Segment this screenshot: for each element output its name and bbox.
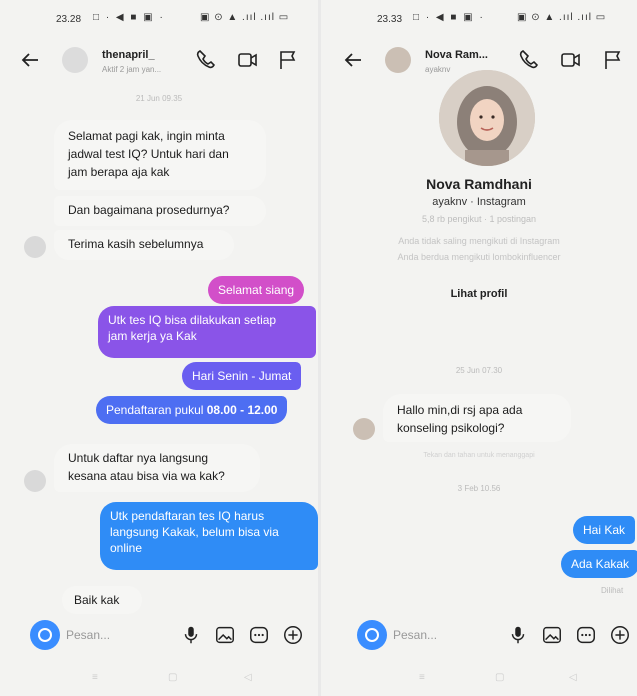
video-call-icon[interactable] [559,48,583,72]
mutual-follow-info: Anda berdua mengikuti lombokinfluencer [397,252,561,262]
status-signal-icons: ▣ ⊙ ▲ .ııl .ııl ▭ [200,12,290,23]
home-nav-icon[interactable]: ▢ [168,672,177,683]
camera-icon[interactable] [357,620,387,650]
back-nav-icon[interactable]: ◁ [569,672,577,683]
sent-message-line: Utk tes IQ bisa dilakukan setiap [108,313,277,327]
left-chat-screen: 23.28 □ · ◀ ■ ▣ · ▣ ⊙ ▲ .ııl .ııl ▭ then… [0,0,318,696]
sender-avatar [24,236,46,258]
phone-icon[interactable] [194,48,218,72]
microphone-icon[interactable] [180,624,202,646]
received-message-line: Selamat pagi kak, ingin minta [68,129,225,143]
back-arrow-icon[interactable] [18,48,42,72]
received-message-line: kesana atau bisa via wa kak? [68,469,225,483]
received-message-line: Untuk daftar nya langsung [68,451,209,465]
avatar[interactable] [385,47,411,73]
profile-handle: ayaknv · Instagram [432,196,526,208]
avatar[interactable] [62,47,88,73]
view-profile-button[interactable]: Lihat profil [321,288,637,300]
sent-message: Utk tes IQ bisa dilakukan setiap jam ker… [98,306,316,358]
sent-message: Selamat siang [208,276,305,304]
status-time: 23.28 [56,14,82,25]
gallery-icon[interactable] [541,624,563,646]
phone-icon[interactable] [517,48,541,72]
sticker-icon[interactable] [248,624,270,646]
sent-message-line: langsung Kakak, belum bisa via [110,525,279,539]
menu-nav-icon[interactable]: ≡ [92,672,98,683]
seen-indicator: Dilihat [601,586,624,595]
microphone-icon[interactable] [507,624,529,646]
sent-message-text: Pendaftaran pukul [106,403,207,417]
plus-icon[interactable] [282,624,304,646]
sent-message-line: jam kerja ya Kak [108,329,197,343]
message-input[interactable]: Pesan... [66,628,110,642]
sent-message: Hai Kak [573,516,636,544]
status-signal-icons: ▣ ⊙ ▲ .ııl .ııl ▭ [517,12,607,23]
status-bar: 23.33 □ · ◀ ■ ▣ · ▣ ⊙ ▲ .ııl .ııl ▭ [321,8,637,30]
sent-message: Pendaftaran pukul 08.00 - 12.00 [96,396,288,424]
received-message-text: Dan bagaimana prosedurnya? [68,203,230,217]
sent-message-line: Utk pendaftaran tes IQ harus [110,509,265,523]
hint-text: Tekan dan tahan untuk menanggapi [423,452,535,459]
sent-message-line: online [110,541,143,555]
contact-username: ayaknv [425,65,451,74]
active-status: Aktif 2 jam yan... [102,65,162,74]
received-message-line: konseling psikologi? [397,421,505,435]
received-message-text: Baik kak [74,593,120,607]
home-nav-icon[interactable]: ▢ [495,672,504,683]
received-message-line: jadwal test IQ? Untuk hari dan [68,147,229,161]
back-arrow-icon[interactable] [341,48,365,72]
plus-icon[interactable] [609,624,631,646]
chat-header: thenapril_ Aktif 2 jam yan... [0,40,318,86]
video-call-icon[interactable] [236,48,260,72]
sent-message-time-range: 08.00 - 12.00 [206,403,278,417]
status-notification-icons: □ · ◀ ■ ▣ · [413,12,485,23]
flag-icon[interactable] [276,48,300,72]
timestamp: 3 Feb 10.56 [457,484,501,493]
camera-icon[interactable] [30,620,60,650]
contact-name[interactable]: Nova Ram... [425,49,488,61]
system-navbar: ≡ ▢ ◁ [321,668,637,688]
timestamp: 21 Jun 09.35 [135,94,183,103]
sent-message: Ada Kakak [561,550,637,578]
system-navbar: ≡ ▢ ◁ [0,668,318,688]
sender-avatar [353,418,375,440]
sender-avatar [24,470,46,492]
message-composer: Pesan... [321,620,637,650]
profile-photo[interactable] [439,70,535,166]
menu-nav-icon[interactable]: ≡ [419,672,425,683]
received-message-line: Hallo min,di rsj apa ada [397,403,523,417]
timestamp: 25 Jun 07.30 [455,366,503,375]
message-composer: Pesan... [0,620,318,650]
flag-icon[interactable] [601,48,625,72]
status-time: 23.33 [377,14,403,25]
sent-message: Hari Senin - Jumat [182,362,302,390]
received-message-text: Terima kasih sebelumnya [68,237,204,251]
profile-name: Nova Ramdhani [426,176,532,192]
gallery-icon[interactable] [214,624,236,646]
contact-name[interactable]: thenapril_ [102,49,155,61]
sticker-icon[interactable] [575,624,597,646]
profile-stats: 5,8 rb pengikut · 1 postingan [421,214,537,224]
right-chat-screen: 23.33 □ · ◀ ■ ▣ · ▣ ⊙ ▲ .ııl .ııl ▭ Nova… [321,0,637,696]
status-notification-icons: □ · ◀ ■ ▣ · [93,12,165,23]
profile-photo-image [439,70,535,166]
status-bar: 23.28 □ · ◀ ■ ▣ · ▣ ⊙ ▲ .ııl .ııl ▭ [0,8,318,30]
follow-info: Anda tidak saling mengikuti di Instagram [398,236,560,246]
received-message-line: jam berapa aja kak [68,165,170,179]
back-nav-icon[interactable]: ◁ [244,672,252,683]
message-input[interactable]: Pesan... [393,628,437,642]
sent-message: Utk pendaftaran tes IQ harus langsung Ka… [100,502,318,570]
